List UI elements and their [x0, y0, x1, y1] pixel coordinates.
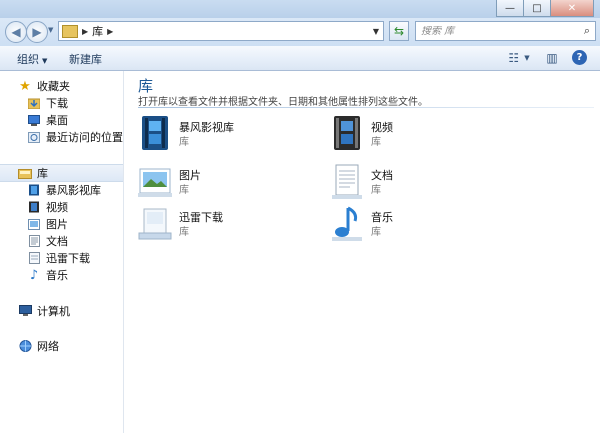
- sidebar-item-label: 计算机: [37, 305, 70, 318]
- address-row: ◀ ▶ ▼ ▶ 库 ▶ ▼ ⇆ ⌕: [0, 18, 600, 46]
- back-button[interactable]: ◀: [5, 21, 27, 43]
- documents-library-icon: [27, 252, 41, 264]
- music-note-icon: ♪: [29, 267, 39, 283]
- sidebar-item-label: 图片: [46, 218, 68, 231]
- library-item-baofeng[interactable]: 暴风影视库 库: [138, 115, 308, 155]
- divider: [138, 107, 594, 108]
- sidebar-item-music[interactable]: ♪ 音乐: [0, 266, 123, 284]
- star-icon: ★: [19, 78, 31, 94]
- library-item-videos[interactable]: 视频 库: [330, 115, 500, 155]
- new-library-label: 新建库: [69, 53, 102, 66]
- sidebar-item-desktop[interactable]: 桌面: [0, 111, 123, 129]
- sidebar-item-videos[interactable]: 视频: [0, 198, 123, 216]
- help-icon: ?: [576, 52, 583, 63]
- sidebar-item-documents[interactable]: 文档: [0, 232, 123, 250]
- desktop-icon: [27, 114, 41, 126]
- library-content: 库 打开库以查看文件并根据文件夹、日期和其他属性排列这些文件。 暴风影视库 库 …: [124, 71, 600, 433]
- sidebar-item-label: 库: [37, 167, 48, 180]
- breadcrumb-location[interactable]: 库: [92, 23, 103, 39]
- sidebar-item-label: 最近访问的位置: [46, 131, 123, 144]
- sidebar-item-label: 文档: [46, 235, 68, 248]
- library-folder-icon: [18, 167, 32, 179]
- views-icon: ☷: [508, 51, 520, 65]
- help-button[interactable]: ?: [572, 50, 587, 65]
- documents-library-icon: [332, 164, 362, 199]
- library-item-documents[interactable]: 文档 库: [330, 163, 500, 203]
- sidebar-item-label: 迅雷下载: [46, 252, 90, 265]
- maximize-button[interactable]: □: [523, 0, 551, 17]
- item-type: 库: [371, 137, 381, 148]
- recent-places-icon: [27, 131, 41, 143]
- sidebar-item-label: 暴风影视库: [46, 184, 101, 197]
- chevron-down-icon: ▼: [524, 54, 530, 62]
- video-library-icon: [142, 116, 168, 150]
- back-icon: ◀: [11, 25, 21, 39]
- breadcrumb-chevron-icon[interactable]: ▶: [107, 27, 113, 36]
- item-type: 库: [179, 137, 189, 148]
- sidebar-item-computer[interactable]: 计算机: [0, 302, 123, 320]
- window-titlebar: — □ ✕: [0, 0, 600, 18]
- new-library-button[interactable]: 新建库: [69, 51, 102, 67]
- item-type: 库: [179, 227, 189, 238]
- music-note-icon: [332, 206, 362, 241]
- forward-icon: ▶: [32, 25, 42, 39]
- preview-pane-button[interactable]: ▥: [543, 49, 561, 67]
- minimize-icon: —: [505, 2, 515, 14]
- sidebar-item-baofeng[interactable]: 暴风影视库: [0, 181, 123, 199]
- organize-label: 组织: [17, 53, 39, 66]
- sidebar-item-label: 网络: [37, 340, 59, 353]
- close-button[interactable]: ✕: [550, 0, 594, 17]
- pictures-library-icon: [27, 218, 41, 230]
- sidebar-item-favorites[interactable]: ★ 收藏夹: [0, 77, 123, 95]
- item-type: 库: [371, 185, 381, 196]
- forward-button[interactable]: ▶: [26, 21, 48, 43]
- library-folder-icon: [62, 24, 78, 38]
- search-icon[interactable]: ⌕: [584, 24, 590, 38]
- recent-pages-dropdown[interactable]: ▼: [48, 26, 53, 34]
- sidebar-item-downloads[interactable]: 下载: [0, 94, 123, 112]
- downloads-folder-icon: [27, 97, 41, 109]
- sidebar-item-label: 桌面: [46, 114, 68, 127]
- video-library-icon: [334, 116, 360, 150]
- refresh-button[interactable]: ⇆: [389, 21, 409, 41]
- search-box[interactable]: ⌕: [415, 21, 596, 41]
- network-icon: [18, 340, 32, 352]
- sidebar-item-xunlei[interactable]: 迅雷下载: [0, 249, 123, 267]
- close-icon: ✕: [567, 2, 577, 14]
- refresh-icon: ⇆: [393, 24, 405, 38]
- video-library-icon: [27, 184, 41, 196]
- navigation-pane: ★ 收藏夹 下载 桌面 最近访问的位置 库 暴风影视库 视频 图片 文档 迅雷下…: [0, 71, 124, 433]
- sidebar-item-label: 音乐: [46, 269, 68, 282]
- sidebar-item-network[interactable]: 网络: [0, 337, 123, 355]
- chevron-down-icon: ▼: [42, 57, 48, 65]
- preview-pane-icon: ▥: [546, 51, 558, 65]
- sidebar-item-label: 视频: [46, 201, 68, 214]
- computer-icon: [18, 305, 32, 317]
- pictures-library-icon: [138, 168, 172, 197]
- maximize-icon: □: [532, 2, 542, 14]
- sidebar-item-label: 收藏夹: [37, 80, 70, 93]
- item-type: 库: [371, 227, 381, 238]
- item-type: 库: [179, 185, 189, 196]
- change-view-button[interactable]: ☷ ▼: [503, 49, 535, 67]
- search-input[interactable]: [421, 25, 571, 37]
- sidebar-item-libraries[interactable]: 库: [0, 164, 123, 182]
- address-bar[interactable]: ▶ 库 ▶ ▼: [58, 21, 384, 41]
- video-library-icon: [27, 201, 41, 213]
- library-item-pictures[interactable]: 图片 库: [138, 163, 308, 203]
- address-dropdown-icon[interactable]: ▼: [373, 27, 379, 36]
- sidebar-item-recent[interactable]: 最近访问的位置: [0, 128, 123, 146]
- window-controls: — □ ✕: [496, 0, 594, 17]
- sidebar-item-label: 下载: [46, 97, 68, 110]
- breadcrumb-chevron-icon[interactable]: ▶: [82, 27, 88, 36]
- minimize-button[interactable]: —: [496, 0, 524, 17]
- command-bar: 组织 ▼ 新建库 ☷ ▼ ▥ ?: [0, 46, 600, 71]
- page-description: 打开库以查看文件并根据文件夹、日期和其他属性排列这些文件。: [138, 97, 428, 108]
- documents-library-icon: [138, 208, 172, 240]
- library-item-music[interactable]: 音乐 库: [330, 205, 500, 245]
- documents-library-icon: [27, 235, 41, 247]
- organize-button[interactable]: 组织 ▼: [17, 51, 47, 67]
- sidebar-item-pictures[interactable]: 图片: [0, 215, 123, 233]
- library-item-xunlei[interactable]: 迅雷下载 库: [138, 205, 308, 245]
